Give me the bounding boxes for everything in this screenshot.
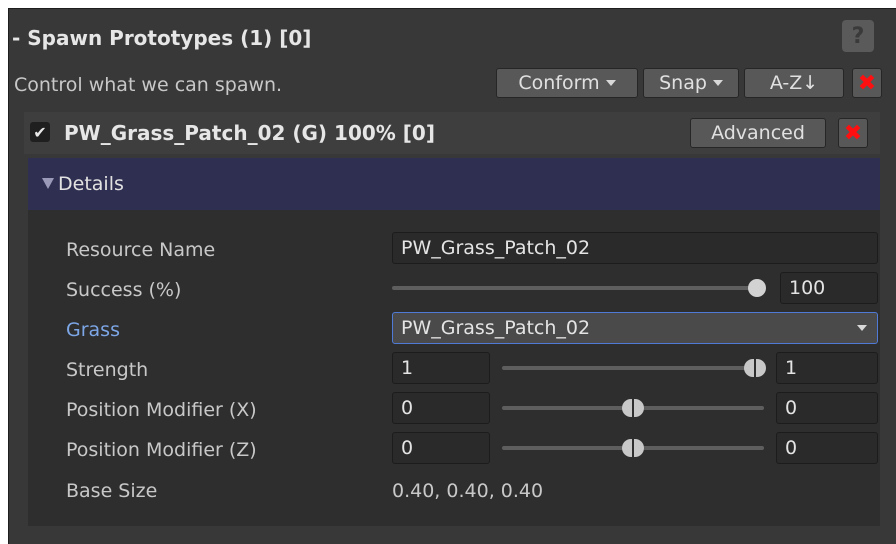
resource-name-field[interactable]: PW_Grass_Patch_02 — [392, 232, 878, 264]
details-foldout[interactable] — [28, 158, 880, 210]
close-icon: ✖ — [857, 70, 877, 96]
base-size-value: 0.40, 0.40, 0.40 — [392, 480, 544, 502]
position-z-min-field[interactable]: 0 — [392, 432, 490, 464]
chevron-down-icon — [605, 80, 616, 86]
help-button[interactable]: ? — [842, 20, 874, 52]
conform-label: Conform — [518, 72, 600, 94]
details-label[interactable]: Details — [58, 173, 124, 195]
sort-az-button[interactable]: A-Z↓ — [744, 68, 844, 98]
position-z-max-field[interactable]: 0 — [776, 432, 878, 464]
prototype-active-checkbox[interactable]: ✔ — [30, 122, 50, 142]
strength-range-handle[interactable] — [744, 359, 766, 377]
prototype-title[interactable]: PW_Grass_Patch_02 (G) 100% [0] — [64, 121, 435, 145]
strength-range-track[interactable] — [502, 366, 762, 370]
checkmark-icon: ✔ — [33, 122, 47, 142]
position-z-range-handle[interactable] — [622, 439, 644, 457]
grass-dropdown[interactable]: PW_Grass_Patch_02 — [392, 312, 878, 344]
strength-max-field[interactable]: 1 — [776, 352, 878, 384]
grass-selected: PW_Grass_Patch_02 — [401, 317, 591, 339]
chevron-down-icon — [857, 325, 867, 331]
foldout-triangle-icon[interactable] — [42, 178, 54, 189]
position-x-min-field[interactable]: 0 — [392, 392, 490, 424]
grass-label: Grass — [66, 319, 120, 341]
remove-all-button[interactable]: ✖ — [852, 68, 882, 98]
strength-min-field[interactable]: 1 — [392, 352, 490, 384]
position-x-range-handle[interactable] — [622, 399, 644, 417]
strength-label: Strength — [66, 359, 149, 381]
section-title[interactable]: - Spawn Prototypes (1) [0] — [12, 26, 311, 50]
sort-label: A-Z↓ — [769, 72, 819, 94]
success-label: Success (%) — [66, 279, 182, 301]
position-x-max-field[interactable]: 0 — [776, 392, 878, 424]
resource-name-label: Resource Name — [66, 239, 216, 261]
section-description: Control what we can spawn. — [14, 74, 283, 96]
snap-label: Snap — [659, 72, 707, 94]
conform-dropdown[interactable]: Conform — [496, 68, 638, 98]
chevron-down-icon — [712, 80, 723, 86]
remove-prototype-button[interactable]: ✖ — [838, 118, 868, 148]
success-slider-track[interactable] — [392, 286, 754, 290]
success-field[interactable]: 100 — [780, 272, 878, 304]
advanced-button[interactable]: Advanced — [690, 118, 826, 148]
position-x-label: Position Modifier (X) — [66, 399, 257, 421]
close-icon: ✖ — [843, 120, 863, 146]
snap-dropdown[interactable]: Snap — [643, 68, 739, 98]
base-size-label: Base Size — [66, 480, 158, 502]
success-slider-handle[interactable] — [748, 279, 766, 297]
position-z-label: Position Modifier (Z) — [66, 439, 257, 461]
